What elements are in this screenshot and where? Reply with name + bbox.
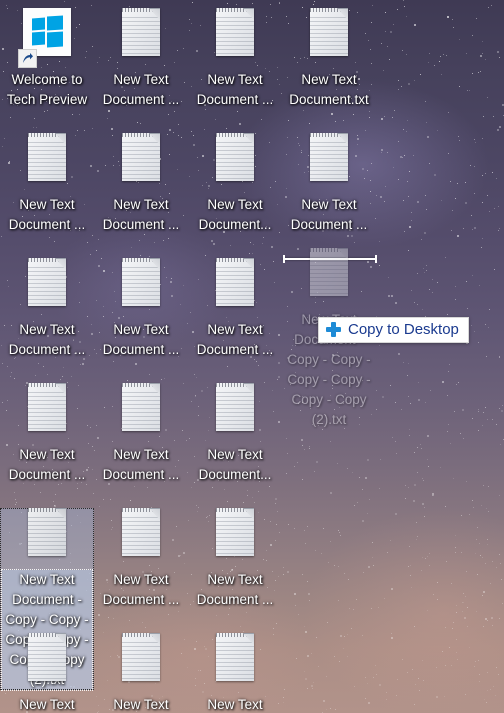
desktop-surface[interactable]: Welcome to Tech Preview New Text Document…	[0, 0, 504, 713]
desktop-icon-doc-r3c2[interactable]: New Text Document ...	[94, 258, 188, 360]
desktop-icon-doc-r2c2[interactable]: New Text Document ...	[94, 133, 188, 235]
windows-logo-icon	[18, 8, 72, 68]
drop-effect-tooltip: Copy to Desktop	[318, 317, 469, 343]
text-document-icon	[116, 383, 166, 441]
desktop-icon-doc-r1c4[interactable]: New Text Document.txt	[282, 8, 376, 110]
text-document-icon	[22, 133, 72, 191]
text-document-icon	[22, 508, 72, 566]
desktop-icon-doc-r1c2[interactable]: New Text Document ...	[94, 8, 188, 110]
text-document-icon	[22, 258, 72, 316]
desktop-icon-label: New Text Document ...	[102, 197, 180, 232]
desktop-icon-label: New Text Document ...	[196, 572, 274, 607]
text-document-icon	[116, 633, 166, 691]
text-document-icon	[304, 248, 354, 306]
drop-effect-label: Copy to Desktop	[348, 321, 459, 338]
text-document-icon	[116, 508, 166, 566]
desktop-icon-doc-r4c3[interactable]: New Text Document...	[188, 383, 282, 485]
plus-icon	[326, 322, 341, 337]
desktop-icon-doc-r4c2[interactable]: New Text Document ...	[94, 383, 188, 485]
desktop-icon-doc-r5c3[interactable]: New Text Document ...	[188, 508, 282, 610]
desktop-icon-doc-r6c2[interactable]: New Text	[94, 633, 188, 713]
desktop-icon-doc-r6c3[interactable]: New Text	[188, 633, 282, 713]
desktop-icon-label: New Text Document ...	[8, 447, 86, 482]
text-document-icon	[210, 383, 260, 441]
desktop-icon-doc-r3c1[interactable]: New Text Document ...	[0, 258, 94, 360]
desktop-icon-label: New Text	[19, 697, 75, 712]
desktop-icon-label: New Text Document ...	[102, 572, 180, 607]
text-document-icon	[116, 8, 166, 66]
text-document-icon	[116, 258, 166, 316]
desktop-icon-label: New Text	[113, 697, 169, 712]
text-document-icon	[210, 258, 260, 316]
desktop-icon-doc-r2c1[interactable]: New Text Document ...	[0, 133, 94, 235]
text-document-icon	[210, 8, 260, 66]
text-document-icon	[304, 133, 354, 191]
desktop-icon-label: New Text Document ...	[8, 197, 86, 232]
desktop-icon-label: New Text Document...	[198, 447, 272, 482]
desktop-icon-label: Welcome to Tech Preview	[6, 72, 88, 107]
text-document-icon	[22, 633, 72, 691]
shortcut-arrow-icon	[18, 49, 37, 68]
desktop-icon-label: New Text Document ...	[102, 72, 180, 107]
desktop-icon-doc-r4c1[interactable]: New Text Document ...	[0, 383, 94, 485]
text-document-icon	[22, 383, 72, 441]
desktop-icon-doc-r6c1[interactable]: New Text	[0, 633, 94, 713]
desktop-icon-doc-r5c2[interactable]: New Text Document ...	[94, 508, 188, 610]
text-document-icon	[210, 508, 260, 566]
desktop-icon-label: New Text Document.txt	[289, 72, 369, 107]
desktop-icon-label: New Text Document ...	[102, 322, 180, 357]
desktop-icon-label: New Text Document ...	[290, 197, 368, 232]
text-document-icon	[116, 133, 166, 191]
desktop-icon-welcome-to-tech-preview[interactable]: Welcome to Tech Preview	[0, 8, 94, 110]
desktop-icon-label: New Text Document ...	[196, 322, 274, 357]
text-document-icon	[304, 8, 354, 66]
desktop-icon-doc-r2c4[interactable]: New Text Document ...	[282, 133, 376, 235]
desktop-icon-label: New Text Document ...	[196, 72, 274, 107]
desktop-icon-doc-r2c3[interactable]: New Text Document...	[188, 133, 282, 235]
text-document-icon	[210, 633, 260, 691]
desktop-icon-doc-r1c3[interactable]: New Text Document ...	[188, 8, 282, 110]
desktop-icon-label: New Text Document...	[198, 197, 272, 232]
text-document-icon	[210, 133, 260, 191]
desktop-icon-label: New Text Document ...	[8, 322, 86, 357]
desktop-icon-label: New Text Document ...	[102, 447, 180, 482]
desktop-icon-label: New Text	[207, 697, 263, 712]
desktop-icon-doc-r3c3[interactable]: New Text Document ...	[188, 258, 282, 360]
